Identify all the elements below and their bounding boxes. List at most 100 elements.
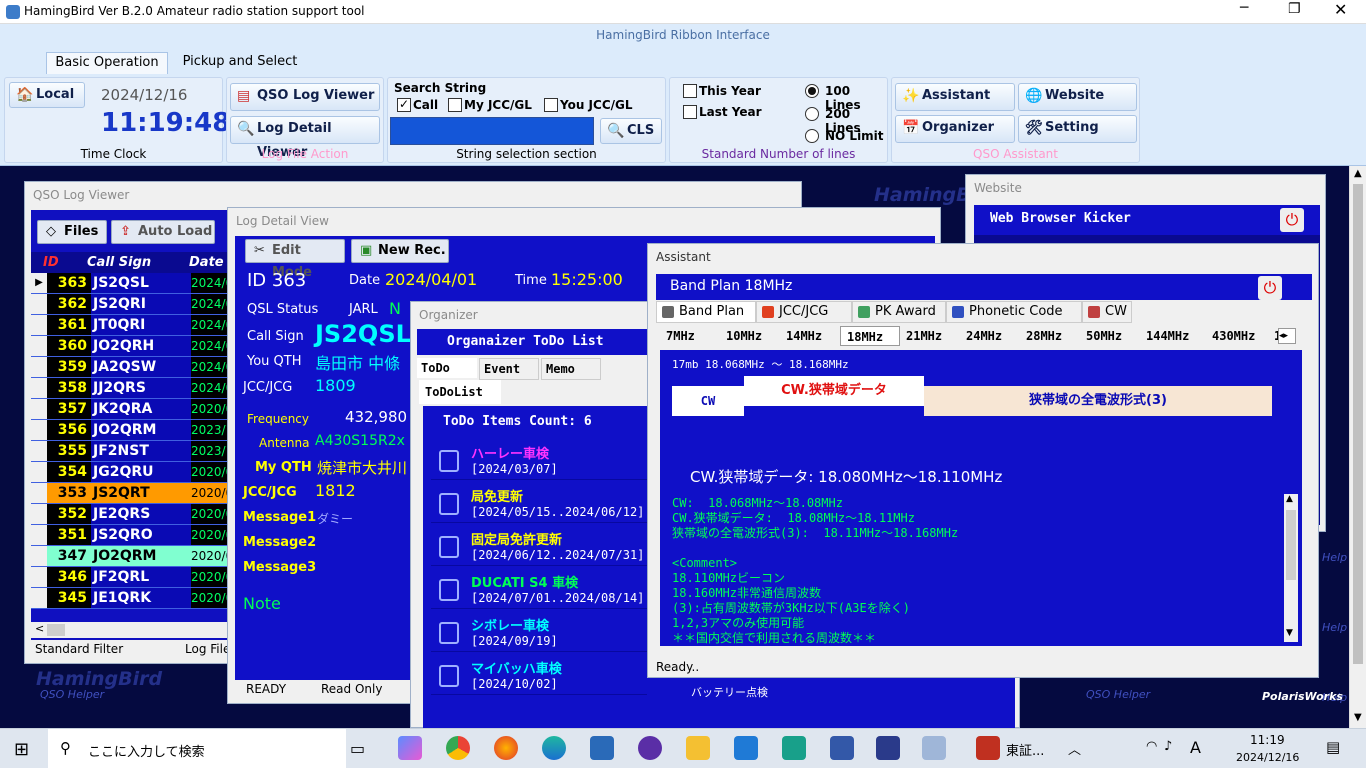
tab-basic-operation[interactable]: Basic Operation <box>46 52 168 74</box>
scroll-down-icon[interactable]: ▼ <box>1354 712 1362 723</box>
website-power-button[interactable]: ⏻ <box>1280 208 1304 232</box>
task-view-icon[interactable]: ▭ <box>350 739 365 758</box>
copilot-icon[interactable] <box>398 736 422 760</box>
system-tray-up-icon[interactable]: ︿ <box>1068 739 1081 758</box>
assistant-tab-0[interactable]: Band Plan <box>656 301 756 323</box>
wifi-icon[interactable]: ◠ <box>1146 739 1157 754</box>
scroll-up-icon[interactable]: ▲ <box>1354 168 1362 179</box>
taskbar-app-label[interactable]: 東証... <box>1006 740 1044 759</box>
vscode-icon[interactable] <box>734 736 758 760</box>
assistant-tab-2[interactable]: PK Award <box>852 301 946 323</box>
tab-pickup-select[interactable]: Pickup and Select <box>174 52 306 74</box>
log-detail-viewer-button[interactable]: 🔍 Log Detail Viewer <box>230 116 380 160</box>
organizer-button[interactable]: 📅 Organizer <box>895 115 1015 143</box>
brave-icon[interactable] <box>638 736 662 760</box>
calculator-icon[interactable] <box>830 736 854 760</box>
volume-icon[interactable]: ♪ <box>1164 739 1172 754</box>
you-jcc-checkbox[interactable]: You JCC/GL <box>544 98 633 112</box>
cls-button[interactable]: 🔍 CLS <box>600 118 662 144</box>
ime-indicator[interactable]: A <box>1190 738 1201 757</box>
details-scroll-up-icon[interactable]: ▲ <box>1286 494 1293 504</box>
assistant-tab-4[interactable]: CW <box>1082 301 1132 323</box>
minimize-icon[interactable]: ─ <box>1240 0 1248 16</box>
new-rec-button[interactable]: ▣ New Rec. <box>351 239 449 263</box>
todo-item[interactable]: DUCATI S4 車検 [2024/07/01..2024/08/14] <box>431 569 647 609</box>
segment-cw[interactable]: CW <box>672 386 744 416</box>
details-scroll-down-icon[interactable]: ▼ <box>1286 628 1293 638</box>
row-marker <box>31 567 47 587</box>
tab-todo[interactable]: ToDo <box>417 358 477 378</box>
tab-event[interactable]: Event <box>479 358 539 380</box>
files-button[interactable]: ◇ Files <box>37 220 107 244</box>
todolist-subtab[interactable]: ToDoList <box>419 380 501 404</box>
band-plan-line: (3):占有周波数帯が3KHz以下(A3Eを除く) <box>672 601 910 615</box>
clipboard-icon <box>439 450 459 472</box>
band-tab[interactable]: 24MHz <box>960 326 1020 346</box>
organizer-heading: Organaizer ToDo List <box>447 334 604 349</box>
todo-item[interactable]: 局免更新 [2024/05/15..2024/06/12] <box>431 483 647 523</box>
local-button[interactable]: 🏠 Local <box>9 82 85 108</box>
taskbar-search[interactable]: ⚲ ここに入力して検索 <box>48 729 346 768</box>
segment-all-modes[interactable]: 狭帯域の全電波形式(3) <box>924 386 1272 416</box>
antenna-icon <box>439 493 459 515</box>
band-scroll-arrows[interactable]: ◂▸ <box>1278 328 1296 344</box>
scroll-thumb[interactable] <box>1353 184 1363 664</box>
last-year-checkbox[interactable]: Last Year <box>683 105 762 119</box>
chrome-icon[interactable] <box>446 736 470 760</box>
search-input[interactable] <box>390 117 594 145</box>
assistant-tab-3[interactable]: Phonetic Code <box>946 301 1082 323</box>
notepad-icon[interactable] <box>782 736 806 760</box>
taskbar-date[interactable]: 2024/12/16 <box>1236 751 1299 764</box>
edit-mode-button[interactable]: ✂ Edit Mode <box>245 239 345 280</box>
website-button[interactable]: 🌐 Website <box>1018 83 1137 111</box>
tab-memo[interactable]: Memo <box>541 358 601 380</box>
firefox-icon[interactable] <box>494 736 518 760</box>
taskbar-time[interactable]: 11:19 <box>1250 733 1285 747</box>
row-callsign: JJ2QRS <box>91 378 191 398</box>
app-icon-11[interactable] <box>876 736 900 760</box>
you-qth-label: You QTH <box>247 354 302 369</box>
details-scroll-thumb[interactable] <box>1286 510 1296 580</box>
band-tab[interactable]: 14MHz <box>780 326 840 346</box>
band-tab[interactable]: 10MHz <box>720 326 780 346</box>
band-tab[interactable]: 144MHz <box>1140 326 1206 346</box>
todo-item[interactable]: マイバッハ車検 [2024/10/02] <box>431 655 647 695</box>
qso-log-viewer-button[interactable]: ▤ QSO Log Viewer <box>230 83 380 111</box>
band-tab[interactable]: 7MHz <box>660 326 720 346</box>
group-qso-assistant: ✨ Assistant 🌐 Website 📅 Organizer 🛠 Setting … <box>891 77 1140 163</box>
row-id: 358 <box>47 378 91 398</box>
stock-app-icon[interactable] <box>976 736 1000 760</box>
todo-item[interactable]: ハーレー車検 [2024/03/07] <box>431 440 647 480</box>
band-tab[interactable]: 18MHz <box>840 326 900 346</box>
scroll-left-icon[interactable]: < <box>35 622 44 635</box>
app-icon-5[interactable] <box>590 736 614 760</box>
row-marker <box>31 420 47 440</box>
band-tab[interactable]: 21MHz <box>900 326 960 346</box>
todo-item[interactable]: シボレー車検 [2024/09/19] <box>431 612 647 652</box>
workspace-scrollbar[interactable]: ▲ ▼ <box>1349 166 1366 728</box>
assistant-button[interactable]: ✨ Assistant <box>895 83 1015 111</box>
this-year-checkbox[interactable]: This Year <box>683 84 761 98</box>
hamingbird-taskbar-icon[interactable] <box>922 736 946 760</box>
band-tab[interactable]: 28MHz <box>1020 326 1080 346</box>
segment-narrow-data[interactable]: CW.狭帯域データ <box>744 376 924 406</box>
close-icon[interactable]: ✕ <box>1334 0 1347 19</box>
hscroll-thumb[interactable] <box>47 624 65 636</box>
file-explorer-icon[interactable] <box>686 736 710 760</box>
assistant-power-button[interactable]: ⏻ <box>1258 276 1282 300</box>
details-scrollbar[interactable]: ▲ ▼ <box>1284 494 1298 642</box>
assistant-tab-1[interactable]: JCC/JCG <box>756 301 852 323</box>
todo-item[interactable]: 固定局免許更新 [2024/06/12..2024/07/31] <box>431 526 647 566</box>
band-tab[interactable]: 430MHz <box>1206 326 1268 346</box>
setting-button[interactable]: 🛠 Setting <box>1018 115 1137 143</box>
call-checkbox[interactable]: Call <box>397 97 438 112</box>
maximize-icon[interactable]: ❐ <box>1288 1 1301 17</box>
notification-icon[interactable]: ▤ <box>1326 738 1340 756</box>
my-jcc-checkbox[interactable]: My JCC/GL <box>448 98 532 112</box>
windows-start-icon[interactable]: ⊞ <box>14 739 29 760</box>
local-label: Local <box>36 87 75 102</box>
radio-no-limit[interactable]: NO Limit <box>805 129 884 143</box>
edge-icon[interactable] <box>542 736 566 760</box>
band-tab[interactable]: 50MHz <box>1080 326 1140 346</box>
auto-load-button[interactable]: ⇪ Auto Load <box>111 220 215 244</box>
